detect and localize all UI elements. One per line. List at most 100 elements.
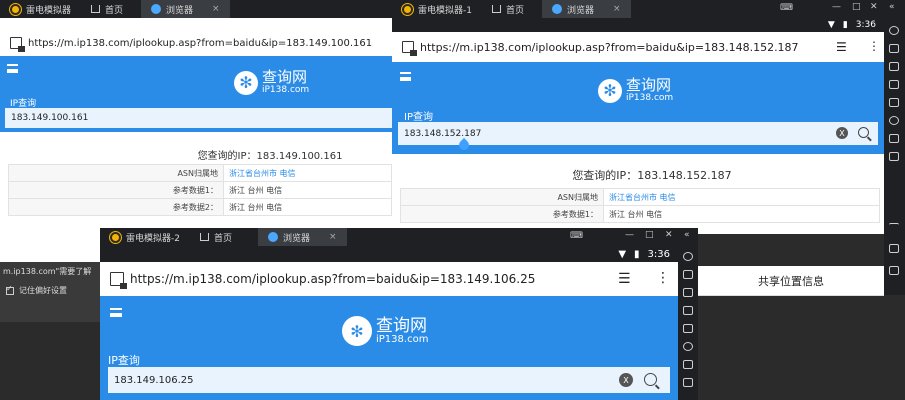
rotate-icon[interactable]: [889, 116, 899, 125]
home-icon: [491, 5, 501, 13]
tab-emulator[interactable]: 雷电模拟器-2: [100, 228, 190, 246]
result-area: 您查询的IP：183.148.152.187 ASN归属地 浙江省台州市 电信 …: [392, 154, 884, 234]
ip-input[interactable]: 183.149.106.25 X: [108, 367, 670, 393]
android-status-bar: ▼ ▮ 3:36: [100, 246, 678, 262]
result-heading: 您查询的IP：183.149.100.161: [150, 147, 390, 162]
record-icon[interactable]: [889, 134, 899, 143]
home-nav-icon[interactable]: [889, 244, 899, 253]
site-brand[interactable]: ✻ 查询网 iP138.com: [598, 78, 673, 103]
remember-preference-checkbox[interactable]: 记住偏好设置: [0, 281, 100, 300]
tab-home[interactable]: 首页: [190, 228, 242, 246]
status-time: 3:36: [647, 248, 670, 260]
battery-icon: ▮: [634, 248, 640, 260]
table-value-link[interactable]: 浙江省台州市 电信: [603, 188, 880, 206]
window-titlebar: 雷电模拟器-2 首页 浏览器 × ⌨ — □ ✕ «: [100, 228, 698, 246]
settings-icon[interactable]: [889, 26, 899, 35]
menu-icon[interactable]: [110, 308, 122, 317]
site-header: ✻ 查询网 iP138.com IP查询 183.149.106.25 X: [100, 296, 678, 400]
keyboard-icon[interactable]: [889, 44, 899, 53]
gamepad-icon[interactable]: ⌨: [780, 3, 793, 13]
site-brand[interactable]: ✻ 查询网 iP138.com: [342, 316, 428, 346]
gamepad-icon[interactable]: ⌨: [570, 231, 583, 241]
close-window-icon[interactable]: ✕: [665, 230, 673, 240]
close-tab-icon[interactable]: ×: [212, 4, 220, 14]
close-tab-icon[interactable]: ×: [329, 232, 337, 242]
ip-input[interactable]: 183.148.152.187 X: [398, 122, 878, 145]
table-key: 参考数据1：: [8, 181, 224, 199]
overflow-menu-icon[interactable]: ⋮: [868, 39, 880, 53]
url-bar[interactable]: https://m.ip138.com/iplookup.asp?from=ba…: [392, 32, 884, 62]
clear-input-icon[interactable]: X: [619, 373, 633, 387]
record-icon[interactable]: [683, 360, 693, 369]
minimize-icon[interactable]: —: [832, 2, 841, 12]
screenshot-icon[interactable]: [889, 98, 899, 107]
emulator-logo-icon: [10, 3, 21, 15]
more-icon[interactable]: [889, 152, 899, 161]
tab-switcher-icon[interactable]: ☰: [618, 271, 631, 287]
emulator-window-2: 雷电模拟器-2 首页 浏览器 × ⌨ — □ ✕ « ▼ ▮ 3:36 http…: [100, 228, 698, 400]
volume-down-icon[interactable]: [683, 306, 693, 315]
tab-browser[interactable]: 浏览器 ×: [542, 0, 631, 18]
settings-icon[interactable]: [683, 252, 693, 261]
wifi-icon: ▼: [618, 248, 627, 260]
collapse-icon[interactable]: «: [889, 2, 895, 12]
more-icon[interactable]: [683, 378, 693, 387]
result-prefix: 您查询的IP：: [572, 169, 638, 182]
tab-home[interactable]: 首页: [482, 0, 534, 18]
volume-up-icon[interactable]: [683, 288, 693, 297]
minimize-icon[interactable]: —: [625, 230, 634, 240]
screenshot-icon[interactable]: [683, 324, 693, 333]
tab-label: 首页: [505, 5, 524, 16]
share-location-prompt[interactable]: 共享位置信息: [698, 266, 884, 296]
ip-query-label: IP查询: [404, 112, 433, 123]
emulator-logo-icon: [402, 3, 413, 15]
clear-input-icon[interactable]: X: [836, 127, 848, 139]
result-ip: 183.149.100.161: [256, 151, 343, 162]
tab-browser[interactable]: 浏览器 ×: [141, 0, 230, 18]
keyboard-icon[interactable]: [683, 270, 693, 279]
tab-emulator[interactable]: 雷电模拟器-1: [392, 0, 482, 18]
checkbox-icon[interactable]: [6, 284, 14, 295]
search-icon[interactable]: [858, 127, 869, 138]
site-info-icon[interactable]: [402, 41, 417, 56]
maximize-icon[interactable]: □: [852, 2, 861, 12]
ip-query-label: IP查询: [108, 354, 140, 367]
brand-title: 查询网: [262, 68, 308, 86]
recent-apps-icon[interactable]: [889, 266, 899, 275]
menu-icon[interactable]: [7, 64, 18, 73]
rotate-icon[interactable]: [683, 342, 693, 351]
maximize-icon[interactable]: □: [645, 230, 654, 240]
close-tab-icon[interactable]: ×: [613, 4, 621, 14]
url-bar[interactable]: https://m.ip138.com/iplookup.asp?from=ba…: [100, 262, 678, 296]
ip-input-value: 183.148.152.187: [404, 128, 482, 139]
table-row: 参考数据1： 浙江 台州 电信: [8, 181, 392, 199]
table-value-link[interactable]: 浙江省台州市 电信: [223, 164, 392, 182]
site-info-icon[interactable]: [110, 272, 127, 289]
site-brand[interactable]: ✻ 查询网 iP138.com: [234, 70, 309, 95]
tab-switcher-icon[interactable]: ☰: [836, 40, 847, 54]
url-bar[interactable]: https://m.ip138.com/iplookup.asp?from=ba…: [0, 30, 392, 56]
url-text: https://m.ip138.com/iplookup.asp?from=ba…: [420, 40, 799, 54]
share-location-text: 共享位置信息: [758, 274, 824, 288]
wrench-logo-icon: ✻: [234, 70, 258, 95]
home-icon: [91, 5, 101, 13]
table-row: 参考数据2： 浙江 台州 电信: [8, 198, 392, 216]
search-icon[interactable]: [644, 373, 657, 386]
table-key: 参考数据1：: [400, 205, 604, 223]
volume-down-icon[interactable]: [889, 80, 899, 89]
volume-up-icon[interactable]: [889, 62, 899, 71]
tab-home[interactable]: 首页: [81, 0, 133, 18]
tab-label: 浏览器: [567, 5, 595, 16]
tab-emulator[interactable]: 雷电模拟器: [0, 0, 81, 18]
table-row: ASN归属地 浙江省台州市 电信: [8, 164, 392, 182]
back-icon[interactable]: [889, 223, 899, 232]
close-window-icon[interactable]: ✕: [870, 2, 878, 12]
brand-subtitle: iP138.com: [376, 334, 429, 345]
overflow-menu-icon[interactable]: ⋮: [656, 270, 670, 286]
battery-icon: ▮: [842, 20, 848, 30]
site-info-icon[interactable]: [10, 37, 25, 52]
menu-icon[interactable]: [400, 72, 411, 81]
tab-browser[interactable]: 浏览器 ×: [258, 228, 347, 246]
ip-input[interactable]: 183.149.100.161: [5, 108, 392, 128]
collapse-icon[interactable]: «: [684, 230, 690, 240]
